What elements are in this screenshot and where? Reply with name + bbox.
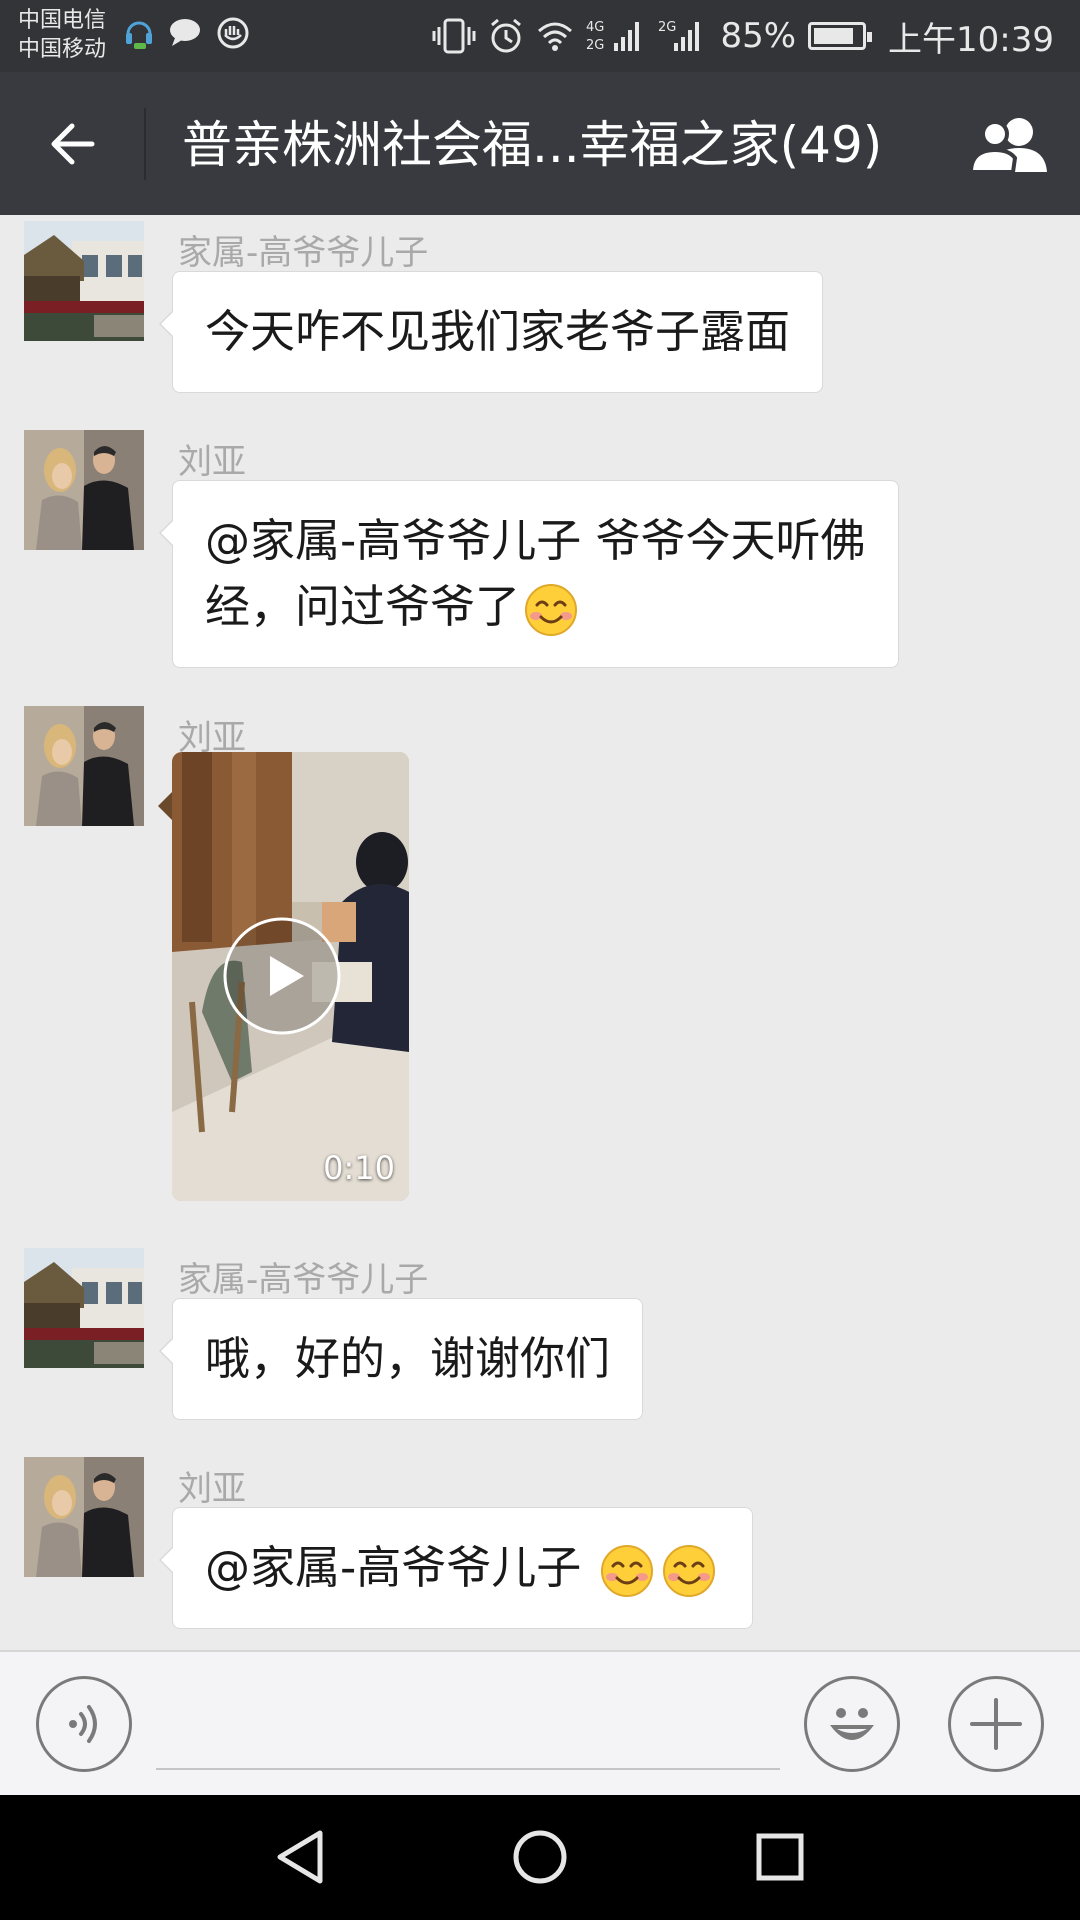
input-bar <box>0 1650 1080 1795</box>
message-bubble[interactable]: 哦，好的，谢谢你们 <box>158 1298 644 1420</box>
message-notification-icon <box>170 19 200 46</box>
message-text: 哦，好的，谢谢你们 <box>205 1332 611 1385</box>
more-button[interactable] <box>948 1676 1044 1772</box>
voice-icon <box>69 1705 97 1743</box>
carrier-1: 中国电信 <box>18 8 107 33</box>
group-members-icon <box>969 118 1047 174</box>
svg-text:2G: 2G <box>586 38 604 53</box>
play-icon[interactable] <box>222 916 342 1036</box>
message-text: @家属-高爷爷儿子 <box>205 1541 596 1594</box>
battery-fill <box>814 28 854 44</box>
message-text-line: 经，问过爷爷了 <box>205 580 521 633</box>
vibrate-icon <box>432 18 476 54</box>
house-avatar[interactable] <box>24 221 144 341</box>
smiling-face-icon <box>600 1545 653 1597</box>
headset-notification-icon <box>126 21 152 49</box>
circle-home-icon <box>513 1830 567 1884</box>
nav-back-button[interactable] <box>250 1817 350 1897</box>
signal-4g-icon: 4G 2G <box>586 20 640 53</box>
message-input[interactable] <box>156 1682 780 1770</box>
sender-name: 家属-高爷爷儿子 <box>178 233 429 273</box>
battery-percent: 85% <box>720 16 797 56</box>
emoji-button[interactable] <box>804 1676 900 1772</box>
message-bubble[interactable]: 今天咋不见我们家老爷子露面 <box>158 271 824 393</box>
smiling-face-icon <box>525 584 578 636</box>
sender-name: 刘亚 <box>178 442 246 482</box>
smiling-face-icon <box>662 1545 715 1597</box>
battery-icon <box>808 22 873 50</box>
square-recents-icon <box>756 1833 804 1881</box>
voice-button[interactable] <box>36 1676 132 1772</box>
sender-name: 家属-高爷爷儿子 <box>178 1260 429 1300</box>
plus-icon <box>970 1698 1022 1750</box>
clock: 上午10:39 <box>888 19 1054 60</box>
couple-avatar[interactable] <box>24 706 144 826</box>
header-divider <box>144 108 146 180</box>
svg-text:2G: 2G <box>658 20 676 35</box>
message-bubble[interactable]: @家属-高爷爷儿子 爷爷今天听佛 经，问过爷爷了 <box>159 480 899 668</box>
wifi-icon <box>538 22 573 51</box>
signal-2g-icon: 2G <box>658 20 700 51</box>
triangle-back-icon <box>277 1830 323 1884</box>
video-duration: 0:10 <box>323 1149 395 1187</box>
carrier-labels: 中国电信 中国移动 <box>18 6 106 64</box>
alarm-icon <box>491 18 522 53</box>
page-title: 普亲株洲社会福...幸福之家(49) <box>182 116 883 174</box>
emoji-icon <box>830 1708 874 1740</box>
group-members-button[interactable] <box>966 108 1054 180</box>
arrow-left-icon <box>51 123 95 165</box>
couple-avatar[interactable] <box>24 430 144 550</box>
chat-header: 普亲株洲社会福...幸福之家(49) <box>0 72 1080 215</box>
system-nav-bar <box>0 1795 1080 1920</box>
message-bubble[interactable]: @家属-高爷爷儿子 <box>159 1507 753 1629</box>
svg-text:4G: 4G <box>586 20 604 35</box>
house-avatar[interactable] <box>24 1248 144 1368</box>
message-list[interactable]: 家属-高爷爷儿子 今天咋不见我们家老爷子露面 刘亚 @家属-高爷爷儿子 爷爷今天… <box>0 215 1080 1650</box>
back-button[interactable] <box>30 108 114 180</box>
carrier-2: 中国移动 <box>18 37 107 62</box>
nav-home-button[interactable] <box>490 1817 590 1897</box>
app-notification-icon <box>217 17 249 49</box>
bubble-tail <box>158 792 172 820</box>
message-text: 今天咋不见我们家老爷子露面 <box>205 305 791 358</box>
message-text-line: @家属-高爷爷儿子 爷爷今天听佛 <box>205 514 866 567</box>
video-message[interactable]: 0:10 <box>172 752 409 1201</box>
status-bar: 中国电信 中国移动 4G 2G 2G 85% 上午10:39 <box>0 0 1080 72</box>
couple-avatar[interactable] <box>24 1457 144 1577</box>
sender-name: 刘亚 <box>178 1469 246 1509</box>
nav-recents-button[interactable] <box>730 1817 830 1897</box>
